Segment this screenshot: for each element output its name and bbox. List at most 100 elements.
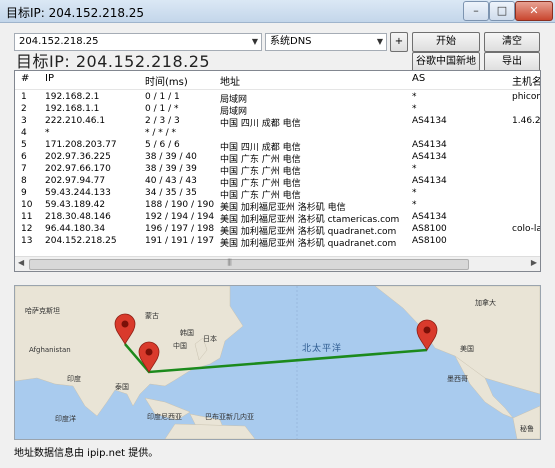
cell-ip: 96.44.180.34 bbox=[45, 224, 106, 234]
cell-as: * bbox=[412, 164, 417, 174]
window-title: 目标IP: 204.152.218.25 bbox=[6, 6, 145, 20]
chevron-down-icon: ▼ bbox=[376, 37, 383, 46]
cell-index: 5 bbox=[21, 140, 27, 150]
cell-time: 38 / 39 / 40 bbox=[145, 152, 197, 162]
table-row[interactable]: 10 59.43.189.42 188 / 190 / 190 美国 加利福尼亚州 洛… bbox=[15, 200, 540, 213]
cell-ip: 192.168.1.1 bbox=[45, 104, 100, 114]
map-label-indian-ocean: 印度洋 bbox=[55, 415, 76, 423]
map-label-thailand: 泰国 bbox=[115, 383, 129, 391]
cell-time: 188 / 190 / 190 bbox=[145, 200, 215, 210]
dns-select[interactable]: 系统DNS ▼ bbox=[265, 33, 387, 51]
cell-ip: 59.43.189.42 bbox=[45, 200, 106, 210]
cell-index: 8 bbox=[21, 176, 27, 186]
export-button[interactable]: 导出 bbox=[484, 52, 540, 72]
cell-ip: 171.208.203.77 bbox=[45, 140, 117, 150]
cell-time: 38 / 39 / 39 bbox=[145, 164, 197, 174]
cell-time: 2 / 3 / 3 bbox=[145, 116, 180, 126]
scroll-left-icon[interactable]: ◀ bbox=[18, 258, 24, 267]
cell-as: * bbox=[412, 200, 417, 210]
cell-index: 3 bbox=[21, 116, 27, 126]
table-row[interactable]: 6 202.97.36.225 38 / 39 / 40 中国 广东 广州 电信 AS4… bbox=[15, 152, 540, 165]
add-dns-button[interactable]: + bbox=[390, 32, 408, 52]
minimize-button[interactable]: – bbox=[463, 1, 489, 21]
map-label-north-pacific: 北太平洋 bbox=[302, 344, 343, 354]
cell-as: * bbox=[412, 92, 417, 102]
south-america-landmass bbox=[512, 405, 540, 439]
table-row[interactable]: 2 192.168.1.1 0 / 1 / * 局域网 * bbox=[15, 104, 540, 117]
cell-ip: * bbox=[45, 128, 50, 138]
map-label-indonesia: 印度尼西亚 bbox=[147, 413, 182, 421]
map-label-peru: 秘鲁 bbox=[520, 425, 534, 433]
map-label-india: 印度 bbox=[67, 375, 81, 383]
table-row[interactable]: 4 * * / * / * bbox=[15, 128, 540, 140]
cell-time: 34 / 35 / 35 bbox=[145, 188, 197, 198]
map-label-kazakhstan: 哈萨克斯坦 bbox=[25, 307, 60, 315]
cell-as: * bbox=[412, 188, 417, 198]
cell-as: * bbox=[412, 104, 417, 114]
cell-ip: 202.97.36.225 bbox=[45, 152, 111, 162]
target-heading: 目标IP: 204.152.218.25 bbox=[16, 52, 211, 71]
footer-text: 地址数据信息由 ipip.net 提供。 bbox=[14, 448, 159, 459]
cell-time: 191 / 191 / 197 bbox=[145, 236, 215, 246]
table-row[interactable]: 1192.168.2.10 / 1 / 1局域网*phicomr bbox=[15, 92, 540, 105]
col-header-time[interactable]: 时间(ms) bbox=[145, 73, 188, 88]
cell-as: AS4134 bbox=[412, 116, 447, 126]
cell-as: AS8100 bbox=[412, 236, 447, 246]
cell-time: 0 / 1 / * bbox=[145, 104, 179, 114]
cell-as: AS4134 bbox=[412, 176, 447, 186]
table-row[interactable]: 11 218.30.48.146 192 / 194 / 194 美国 加利福尼亚州 … bbox=[15, 212, 540, 225]
cell-time: 40 / 43 / 43 bbox=[145, 176, 197, 186]
title-bar: 目标IP: 204.152.218.25 – □ ✕ bbox=[0, 0, 555, 23]
table-row[interactable]: 5 171.208.203.77 5 / 6 / 6 中国 四川 成都 电信 AS413… bbox=[15, 140, 540, 153]
map-label-korea: 韩国 bbox=[180, 329, 194, 337]
cell-index: 10 bbox=[21, 200, 33, 210]
cell-time: 196 / 197 / 198 bbox=[145, 224, 215, 234]
dns-select-value: 系统DNS bbox=[270, 36, 312, 47]
col-header-hostname[interactable]: 主机名 bbox=[512, 73, 540, 88]
route-map[interactable]: 哈萨克斯坦 蒙古 Afghanistan 印度 中国 韩国 日本 泰国 印度尼西… bbox=[14, 285, 541, 440]
maximize-button[interactable]: □ bbox=[489, 1, 515, 21]
cell-as: AS4134 bbox=[412, 140, 447, 150]
col-header-ip[interactable]: IP bbox=[45, 73, 54, 84]
table-row[interactable]: 3 222.210.46.1 2 / 3 / 3 中国 四川 成都 电信 AS4134 1… bbox=[15, 116, 541, 129]
trace-table[interactable]: # IP 时间(ms) 地址 AS 主机名 1 192.168.2.1 0 / 1 … bbox=[14, 70, 541, 272]
table-row[interactable]: 9 59.43.244.133 34 / 35 / 35 中国 广东 广州 电信 * bbox=[15, 188, 540, 201]
australia-landmass bbox=[164, 423, 256, 439]
cell-ip: 218.30.48.146 bbox=[45, 212, 111, 222]
cell-time: 192 / 194 / 194 bbox=[145, 212, 215, 222]
scroll-right-icon[interactable]: ▶ bbox=[531, 258, 537, 267]
col-header-index[interactable]: # bbox=[21, 73, 29, 84]
cell-index: 13 bbox=[21, 236, 33, 246]
cell-address: 美国 加利福尼亚州 洛杉矶 quadranet.com bbox=[220, 239, 397, 249]
map-label-afghanistan: Afghanistan bbox=[29, 346, 71, 354]
col-header-address[interactable]: 地址 bbox=[220, 73, 240, 88]
cell-ip: 204.152.218.25 bbox=[45, 236, 117, 246]
table-row[interactable]: 12 96.44.180.34 196 / 197 / 198 美国 加利福尼亚州 洛… bbox=[15, 224, 540, 237]
map-canvas bbox=[15, 286, 540, 439]
chevron-down-icon: ▼ bbox=[251, 37, 258, 46]
close-button[interactable]: ✕ bbox=[515, 1, 553, 21]
horizontal-scrollbar[interactable]: ◀ ||| ▶ bbox=[15, 256, 540, 271]
cell-index: 6 bbox=[21, 152, 27, 162]
cell-as: AS8100 bbox=[412, 224, 447, 234]
map-button[interactable]: 谷歌中国新地图 bbox=[412, 52, 480, 85]
cell-hostname: colo-lax bbox=[512, 224, 540, 234]
cell-index: 12 bbox=[21, 224, 33, 234]
clear-button[interactable]: 清空 bbox=[484, 32, 540, 52]
map-label-canada: 加拿大 bbox=[475, 299, 496, 307]
cell-time: 5 / 6 / 6 bbox=[145, 140, 180, 150]
map-label-japan: 日本 bbox=[203, 335, 217, 343]
map-label-mexico: 墨西哥 bbox=[447, 375, 468, 383]
table-row[interactable]: 8 202.97.94.77 40 / 43 / 43 中国 广东 广州 电信 AS41… bbox=[15, 176, 540, 189]
table-row[interactable]: 7 202.97.66.170 38 / 39 / 39 中国 广东 广州 电信 * bbox=[15, 164, 540, 177]
cell-as: AS4134 bbox=[412, 152, 447, 162]
cell-ip: 202.97.66.170 bbox=[45, 164, 111, 174]
start-button[interactable]: 开始 bbox=[412, 32, 480, 52]
scrollbar-thumb[interactable] bbox=[29, 259, 469, 270]
cell-hostname: 1.46.21 bbox=[512, 116, 541, 126]
cell-hostname: phicomr bbox=[512, 92, 540, 102]
cell-time: 0 / 1 / 1 bbox=[145, 92, 180, 102]
table-row[interactable]: 13 204.152.218.25 191 / 191 / 197 美国 加利福尼亚州… bbox=[15, 236, 540, 249]
col-header-as[interactable]: AS bbox=[412, 73, 425, 84]
cell-index: 9 bbox=[21, 188, 27, 198]
